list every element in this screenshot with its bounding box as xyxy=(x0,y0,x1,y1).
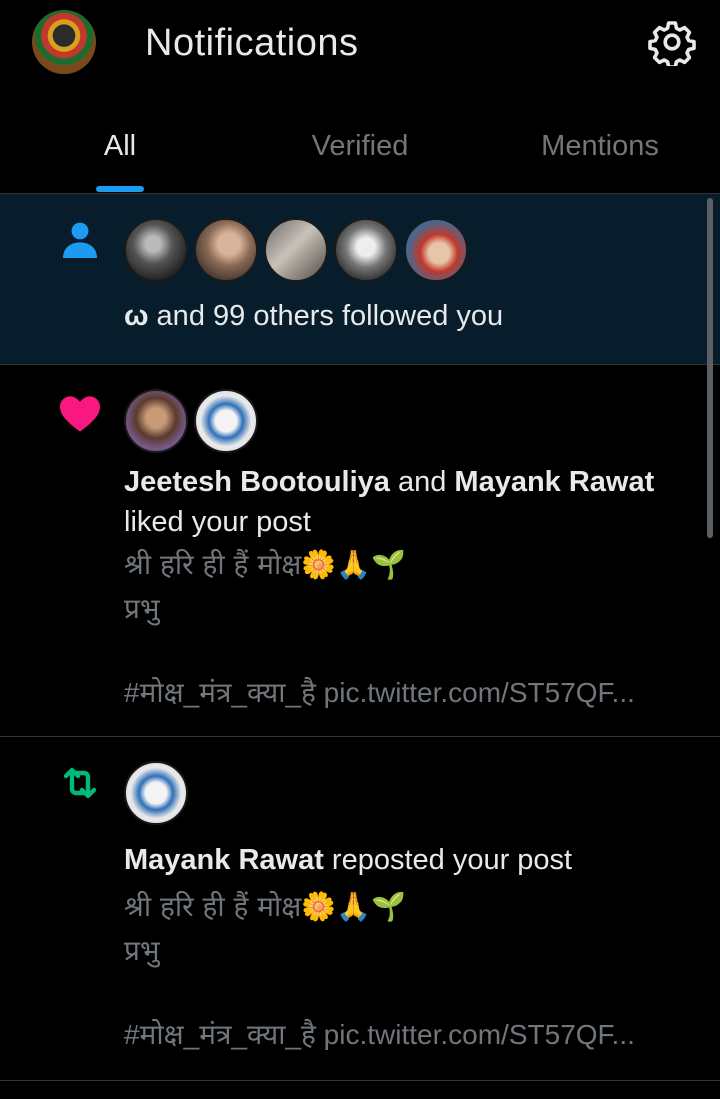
post-line: प्रभु xyxy=(124,935,160,966)
profile-avatar[interactable] xyxy=(32,10,96,74)
active-tab-indicator xyxy=(96,186,144,192)
heart-icon xyxy=(60,396,100,432)
avatar[interactable] xyxy=(194,218,258,282)
post-line: श्री हरि ही हैं मोक्ष🌼🙏🌱 xyxy=(124,890,406,923)
tab-mentions[interactable]: Mentions xyxy=(541,130,659,163)
scrollbar[interactable] xyxy=(707,198,713,538)
post-hashtag-link[interactable]: #मोक्ष_मंत्र_क्या_है pic.twitter.com/ST5… xyxy=(124,1013,684,1057)
actor-name[interactable]: Mayank Rawat xyxy=(454,466,654,498)
notification-like[interactable]: Jeetesh Bootouliya and Mayank Rawat like… xyxy=(0,365,720,737)
repost-icon xyxy=(63,767,97,799)
avatar[interactable] xyxy=(194,389,258,453)
person-icon xyxy=(63,222,97,258)
post-preview: श्री हरि ही हैं मोक्ष🌼🙏🌱 प्रभु #मोक्ष_मं… xyxy=(124,543,684,715)
avatar[interactable] xyxy=(124,218,188,282)
tab-verified[interactable]: Verified xyxy=(312,130,409,163)
settings-gear-icon[interactable] xyxy=(648,18,696,66)
avatar[interactable] xyxy=(264,218,328,282)
avatar[interactable] xyxy=(124,389,188,453)
post-line: प्रभु xyxy=(124,593,160,624)
post-hashtag-link[interactable]: #मोक्ष_मंत्र_क्या_है pic.twitter.com/ST5… xyxy=(124,671,684,715)
avatar[interactable] xyxy=(334,218,398,282)
post-line: श्री हरि ही हैं मोक्ष🌼🙏🌱 xyxy=(124,548,406,581)
avatar[interactable] xyxy=(404,218,468,282)
liker-avatars xyxy=(124,389,264,453)
actor-name[interactable]: Mayank Rawat xyxy=(124,844,324,876)
tab-all[interactable]: All xyxy=(104,130,136,163)
notification-text: ω and 99 others followed you xyxy=(124,300,504,332)
action-text: liked your post xyxy=(124,506,311,538)
avatar[interactable] xyxy=(124,761,188,825)
post-preview: श्री हरि ही हैं मोक्ष🌼🙏🌱 प्रभु #मोक्ष_मं… xyxy=(124,885,684,1057)
actor-name[interactable]: Jeetesh Bootouliya xyxy=(124,466,390,498)
follower-avatars xyxy=(124,218,484,282)
page-title: Notifications xyxy=(145,22,359,64)
notification-text: Jeetesh Bootouliya and Mayank Rawat like… xyxy=(124,466,655,538)
top-bar: Notifications xyxy=(0,0,720,95)
tab-bar: All Verified Mentions xyxy=(0,95,720,194)
notification-text: Mayank Rawat reposted your post xyxy=(124,844,573,876)
notification-follow[interactable]: ω and 99 others followed you xyxy=(0,194,720,365)
notification-repost[interactable]: Mayank Rawat reposted your post श्री हरि… xyxy=(0,737,720,1081)
actor-name[interactable]: ω xyxy=(124,300,149,332)
reposter-avatars xyxy=(124,761,188,825)
